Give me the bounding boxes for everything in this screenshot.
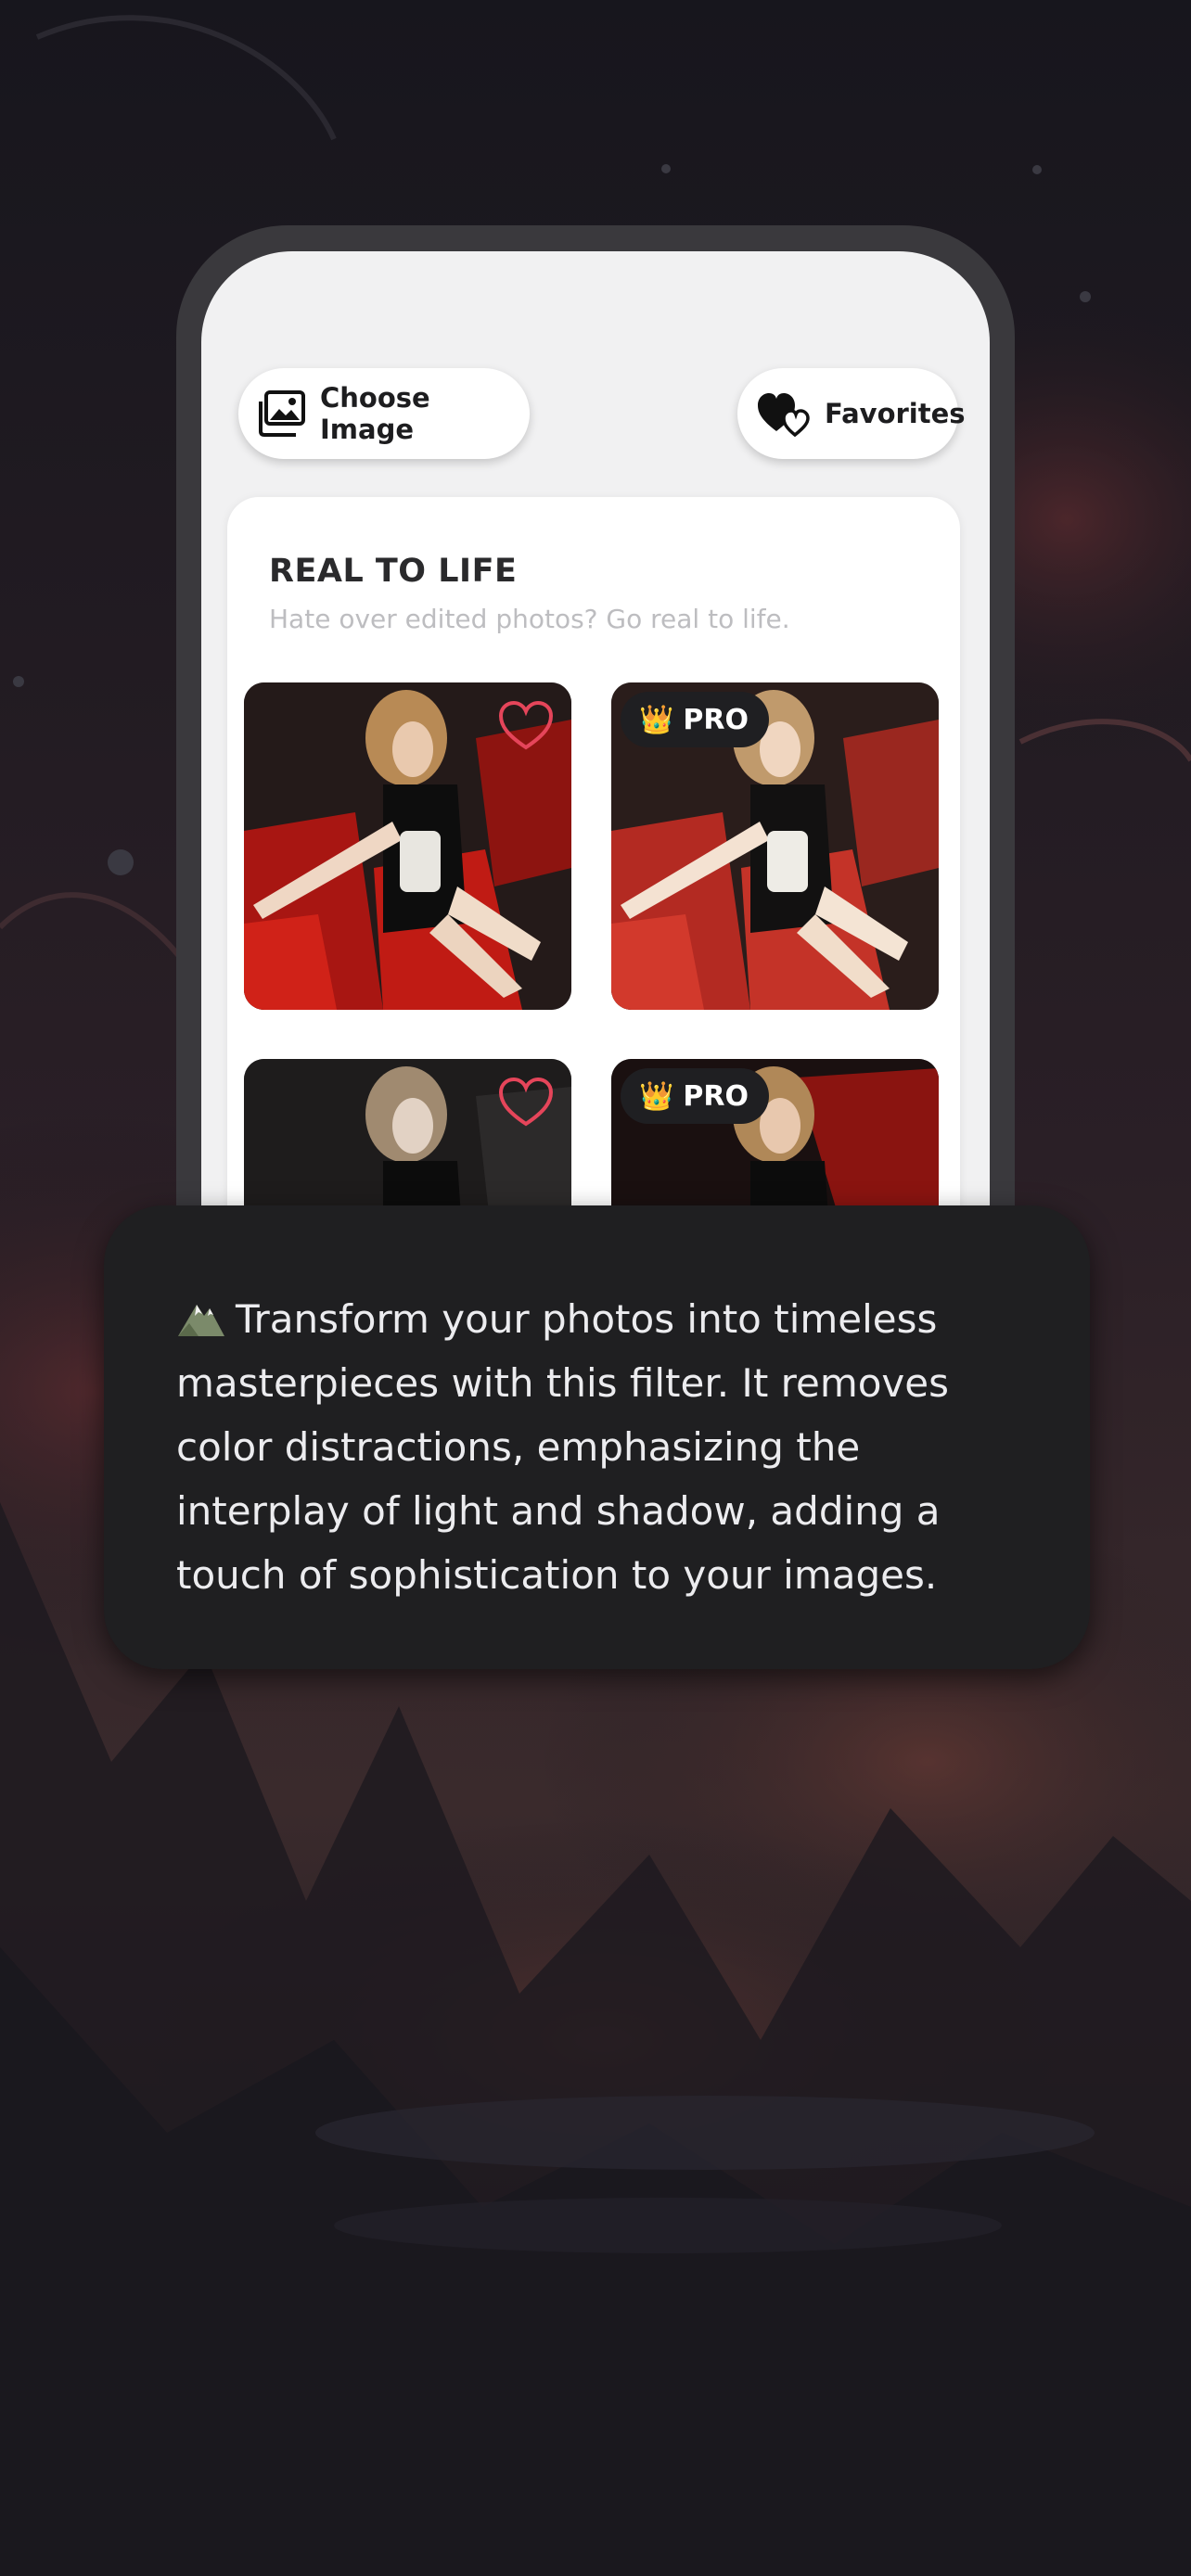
crown-icon: 👑 bbox=[639, 703, 674, 736]
filter-thumbnail[interactable]: 👑 PRO bbox=[611, 682, 939, 1010]
favorites-label: Favorites bbox=[825, 398, 966, 429]
heart-outline-icon[interactable] bbox=[497, 699, 555, 751]
pro-label: PRO bbox=[683, 703, 749, 736]
choose-image-button[interactable]: Choose Image bbox=[238, 368, 530, 459]
hearts-icon bbox=[758, 393, 810, 437]
mountain-icon bbox=[178, 1305, 224, 1336]
description-bubble: Transform your photos into timeless mast… bbox=[104, 1205, 1090, 1669]
filter-thumbnail[interactable] bbox=[244, 682, 571, 1010]
phone-frame: Choose Image Favorites REAL TO LIFE Hate… bbox=[176, 225, 1015, 1245]
pro-badge: 👑 PRO bbox=[621, 692, 769, 747]
section-subtitle: Hate over edited photos? Go real to life… bbox=[269, 604, 790, 634]
favorites-button[interactable]: Favorites bbox=[737, 368, 966, 459]
description-text: Transform your photos into timeless mast… bbox=[176, 1296, 950, 1598]
filter-card: REAL TO LIFE Hate over edited photos? Go… bbox=[227, 497, 960, 1245]
section-title: REAL TO LIFE bbox=[269, 553, 518, 590]
heart-outline-icon[interactable] bbox=[497, 1076, 555, 1128]
crown-icon: 👑 bbox=[639, 1079, 674, 1113]
app-screen: Choose Image Favorites REAL TO LIFE Hate… bbox=[201, 251, 990, 1245]
pro-badge: 👑 PRO bbox=[621, 1068, 769, 1124]
pro-label: PRO bbox=[683, 1079, 749, 1113]
image-gallery-icon bbox=[259, 390, 305, 437]
choose-image-label: Choose Image bbox=[320, 382, 430, 445]
description-block: Transform your photos into timeless mast… bbox=[176, 1287, 1039, 1607]
